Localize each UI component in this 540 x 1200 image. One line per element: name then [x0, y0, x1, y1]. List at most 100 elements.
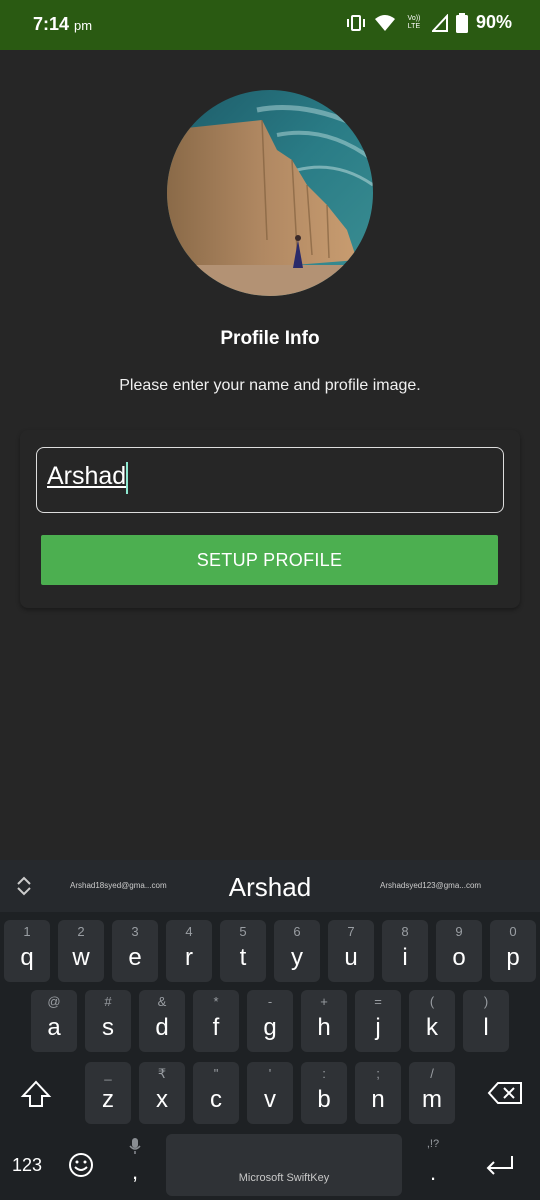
keyboard: Arshad18syed@gma...com Arshad Arshadsyed… [0, 860, 540, 1200]
text-cursor [126, 462, 128, 494]
key-label: h [317, 1014, 331, 1041]
key-hint: - [267, 994, 273, 1009]
enter-icon [486, 1156, 513, 1175]
key-v[interactable]: ' v [247, 1062, 293, 1124]
key-hint: 7 [347, 924, 355, 939]
status-ampm: pm [74, 18, 93, 33]
key-f[interactable]: * f [193, 990, 239, 1052]
key-hint: ( [429, 994, 435, 1009]
key-x[interactable]: ₹ x [139, 1062, 185, 1124]
comma-label: , [131, 1159, 139, 1184]
key-label: p [506, 944, 520, 971]
key-n[interactable]: ; n [355, 1062, 401, 1124]
battery-percent: 90% [475, 12, 512, 32]
key-z[interactable]: _ z [85, 1062, 131, 1124]
key-label: r [185, 944, 193, 971]
key-a[interactable]: @ a [31, 990, 77, 1052]
key-hint: 5 [239, 924, 247, 939]
key-hint: @ [47, 994, 61, 1009]
key-hint: 2 [77, 924, 85, 939]
signal-icon [431, 13, 448, 32]
key-t[interactable]: 5t [220, 920, 266, 982]
enter-key[interactable] [482, 1150, 518, 1180]
key-label: u [344, 944, 358, 971]
period-hint: ,!? [426, 1138, 440, 1150]
key-hint: & [157, 994, 167, 1009]
vibrate-icon [346, 14, 365, 31]
key-u[interactable]: 7u [328, 920, 374, 982]
mic-icon [129, 1138, 141, 1154]
key-r[interactable]: 4r [166, 920, 212, 982]
key-label: c [210, 1086, 222, 1113]
key-h[interactable]: + h [301, 990, 347, 1052]
key-hint: = [374, 994, 382, 1009]
key-label: y [291, 944, 303, 971]
key-e[interactable]: 3e [112, 920, 158, 982]
page-title: Profile Info [220, 328, 320, 349]
key-label: e [128, 944, 142, 971]
key-label: d [155, 1014, 169, 1041]
key-label: z [102, 1086, 114, 1113]
name-field-value: Arshad [47, 462, 127, 490]
profile-image[interactable] [167, 90, 373, 296]
key-m[interactable]: / m [409, 1062, 455, 1124]
space-bar-label: Microsoft SwiftKey [238, 1172, 330, 1184]
key-hint: 9 [455, 924, 463, 939]
numbers-key[interactable]: 123 [4, 1150, 50, 1180]
key-hint: 4 [185, 924, 193, 939]
setup-profile-button[interactable]: SETUP PROFILE [41, 535, 498, 585]
key-q[interactable]: 1q [4, 920, 50, 982]
key-hint: ) [483, 994, 489, 1009]
key-label: v [264, 1086, 276, 1113]
key-p[interactable]: 0p [490, 920, 536, 982]
period-key[interactable]: ,!? . [418, 1134, 448, 1196]
status-time: 7:14 pm [33, 14, 92, 35]
key-hint: 6 [293, 924, 301, 939]
wifi-icon [374, 14, 395, 31]
battery-icon [455, 12, 468, 33]
key-d[interactable]: & d [139, 990, 185, 1052]
key-hint: / [430, 1066, 434, 1081]
key-hint: _ [104, 1066, 112, 1081]
key-l[interactable]: ) l [463, 990, 509, 1052]
key-o[interactable]: 9o [436, 920, 482, 982]
suggestion-right[interactable]: Arshadsyed123@gma...com [380, 881, 481, 890]
key-label: k [426, 1014, 438, 1041]
key-s[interactable]: # s [85, 990, 131, 1052]
comma-key[interactable]: , [120, 1136, 150, 1196]
key-k[interactable]: (k [409, 990, 455, 1052]
key-label: a [47, 1014, 61, 1041]
key-i[interactable]: 8i [382, 920, 428, 982]
shift-key[interactable] [16, 1074, 56, 1114]
space-bar[interactable]: Microsoft SwiftKey [166, 1134, 402, 1196]
key-label: f [212, 1014, 220, 1041]
key-y[interactable]: 6y [274, 920, 320, 982]
emoji-icon [69, 1153, 93, 1177]
page-subtitle: Please enter your name and profile image… [119, 377, 421, 394]
key-j[interactable]: = j [355, 990, 401, 1052]
status-clock: 7:14 [33, 14, 70, 34]
key-label: j [375, 1014, 381, 1041]
key-hint: : [322, 1066, 326, 1081]
key-label: m [422, 1086, 442, 1113]
emoji-key[interactable] [66, 1150, 96, 1180]
key-hint: 3 [131, 924, 139, 939]
key-b[interactable]: :b [301, 1062, 347, 1124]
key-label: n [371, 1086, 385, 1113]
key-w[interactable]: 2w [58, 920, 104, 982]
key-hint: * [213, 994, 219, 1009]
key-hint: 1 [23, 924, 31, 939]
key-g[interactable]: -g [247, 990, 293, 1052]
status-icons: Vo)) LTE 90% [346, 12, 512, 33]
key-label: x [156, 1086, 168, 1113]
key-hint: ₹ [157, 1066, 167, 1081]
key-hint: " [213, 1066, 219, 1081]
key-label: g [263, 1014, 277, 1041]
key-hint: ' [268, 1066, 272, 1081]
backspace-key[interactable] [486, 1078, 526, 1108]
backspace-icon [487, 1082, 522, 1104]
name-field[interactable]: Arshad [36, 447, 504, 513]
key-label: s [102, 1014, 114, 1041]
key-c[interactable]: " c [193, 1062, 239, 1124]
key-hint: 0 [509, 924, 517, 939]
